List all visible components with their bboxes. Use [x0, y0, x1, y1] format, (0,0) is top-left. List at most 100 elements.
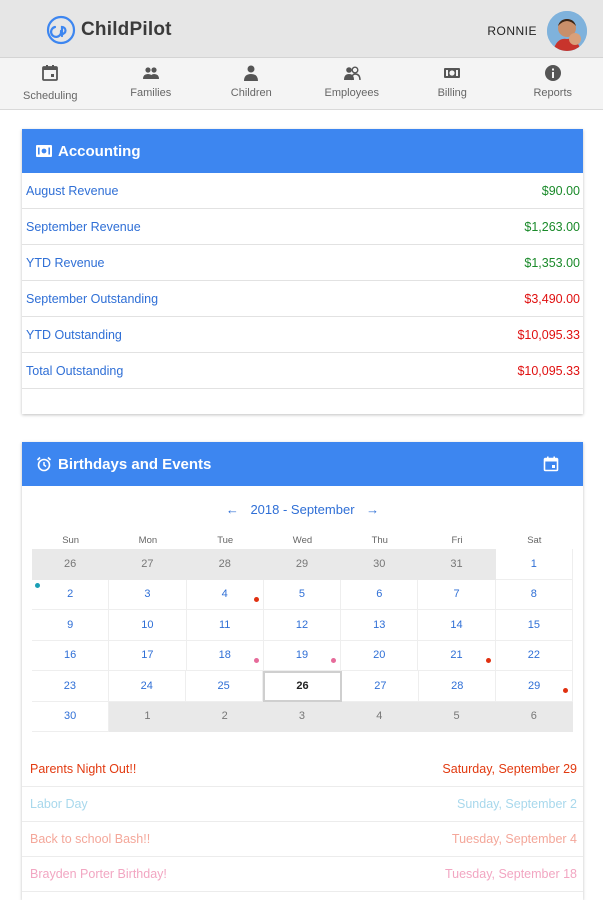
accounting-row-value: $1,353.00: [524, 255, 580, 270]
weekday-label: Wed: [292, 535, 313, 546]
accounting-row[interactable]: YTD Revenue $1,353.00: [22, 245, 583, 281]
calendar-day[interactable]: 7: [418, 579, 496, 610]
calendar-day[interactable]: 31: [418, 549, 496, 580]
calendar-day[interactable]: 8: [495, 579, 573, 610]
calendar-day[interactable]: 6: [341, 579, 419, 610]
weekday-label: Fri: [451, 535, 463, 546]
calendar-day[interactable]: 6: [495, 701, 573, 732]
accounting-list: August Revenue $90.00 September Revenue $1,…: [22, 173, 583, 389]
calendar-day[interactable]: 2: [32, 579, 110, 610]
calendar-day[interactable]: 28: [186, 549, 264, 580]
calendar-day[interactable]: 5: [418, 701, 496, 732]
calendar-day[interactable]: 17: [109, 640, 187, 671]
calendar-icon[interactable]: [543, 456, 559, 472]
calendar-day[interactable]: 1: [109, 701, 187, 732]
calendar-day[interactable]: 27: [342, 671, 420, 702]
calendar-day[interactable]: 21: [418, 640, 496, 671]
calendar-day[interactable]: 26: [32, 549, 110, 580]
nav-item-employees[interactable]: Employees: [302, 58, 403, 109]
event-row[interactable]: Parents Night Out!! Saturday, September 2…: [22, 752, 583, 787]
calendar-week: 2 3 4 5 6 7 8: [32, 579, 573, 610]
calendar-day[interactable]: 14: [418, 610, 496, 641]
alarm-clock-icon: [36, 456, 52, 472]
nav-item-children[interactable]: Children: [201, 58, 302, 109]
calendar-week: 26 27 28 29 30 31 1: [32, 549, 573, 580]
calendar-day[interactable]: 1: [495, 549, 573, 580]
calendar-day-number: 7: [453, 588, 460, 601]
accounting-row[interactable]: Total Outstanding $10,095.33: [22, 353, 583, 389]
accounting-row[interactable]: YTD Outstanding $10,095.33: [22, 317, 583, 353]
calendar-day[interactable]: 28: [419, 671, 497, 702]
calendar-day[interactable]: 23: [32, 671, 109, 702]
calendar-day[interactable]: 15: [495, 610, 573, 641]
nav-item-families[interactable]: Families: [101, 58, 202, 109]
accounting-row[interactable]: September Revenue $1,263.00: [22, 209, 583, 245]
prev-month-arrow-icon[interactable]: ←: [226, 502, 239, 517]
app-logo[interactable]: ChildPilot: [46, 15, 172, 45]
accounting-row[interactable]: September Outstanding $3,490.00: [22, 281, 583, 317]
accounting-row[interactable]: August Revenue $90.00: [22, 173, 583, 209]
calendar-day[interactable]: 24: [108, 671, 186, 702]
weekday-label: Sat: [527, 535, 542, 546]
calendar-day-number: 2: [221, 710, 228, 723]
calendar-day-number: 26: [64, 557, 77, 570]
nav-label: Families: [130, 87, 172, 99]
event-date: Saturday, September 29: [442, 762, 577, 776]
avatar[interactable]: [547, 11, 587, 51]
accounting-row-label: YTD Revenue: [26, 255, 105, 270]
calendar-day[interactable]: 10: [109, 610, 187, 641]
calendar-grid: 26 27 28 29 30 31 1 2 3 4 5 6 7 8 9 10 11 12 13 14 15 16 17 18 1…: [32, 549, 574, 732]
event-row[interactable]: [22, 892, 583, 900]
nav-item-scheduling[interactable]: Scheduling: [0, 58, 101, 109]
calendar-day[interactable]: 3: [263, 701, 342, 732]
calendar-day[interactable]: 11: [186, 610, 264, 641]
event-row[interactable]: Brayden Porter Birthday! Tuesday, Septemb…: [22, 857, 583, 892]
calendar-day-number: 31: [450, 557, 463, 570]
calendar-day[interactable]: 18: [186, 640, 264, 671]
calendar-day[interactable]: 9: [32, 610, 110, 641]
event-name: Parents Night Out!!: [30, 762, 137, 776]
calendar-day-number: 5: [298, 588, 306, 601]
calendar-day[interactable]: 29: [496, 671, 574, 702]
calendar-day-number: 20: [373, 649, 386, 662]
event-dot-icon: [253, 657, 259, 663]
calendar-day[interactable]: 20: [341, 640, 419, 671]
user-menu[interactable]: RONNIE: [487, 11, 587, 51]
calendar-day[interactable]: 3: [109, 579, 187, 610]
calendar-day[interactable]: 30: [32, 701, 110, 732]
calendar-day[interactable]: 16: [32, 640, 110, 671]
weekday-label: Tue: [217, 535, 234, 546]
nav-label: Scheduling: [23, 90, 78, 102]
calendar-day[interactable]: 4: [341, 701, 419, 732]
calendar-day[interactable]: 12: [263, 610, 342, 641]
event-dot-icon: [35, 582, 40, 588]
calendar-day[interactable]: 27: [109, 549, 187, 580]
calendar-day[interactable]: 2: [186, 701, 264, 732]
calendar-day-today[interactable]: 26: [262, 671, 343, 702]
next-month-arrow-icon[interactable]: →: [366, 502, 379, 517]
calendar-day-number: 13: [373, 618, 386, 631]
event-name: Brayden Porter Birthday!: [30, 867, 167, 881]
calendar-day[interactable]: 5: [263, 579, 342, 610]
nav-item-reports[interactable]: Reports: [503, 58, 603, 109]
info-icon: [544, 65, 561, 81]
calendar-day[interactable]: 13: [341, 610, 419, 641]
event-row[interactable]: Labor Day Sunday, September 2: [22, 787, 583, 822]
calendar-day-number: 29: [295, 557, 309, 570]
calendar-day[interactable]: 29: [263, 549, 342, 580]
accounting-row-label: August Revenue: [26, 183, 119, 198]
calendar-day-number: 2: [67, 588, 74, 601]
calendar-day[interactable]: 19: [263, 640, 342, 671]
event-dot-icon: [331, 657, 337, 663]
weekday-label: Sun: [62, 535, 80, 546]
nav-item-billing[interactable]: Billing: [402, 58, 503, 109]
employees-icon: [343, 66, 361, 81]
calendar-day[interactable]: 22: [495, 640, 573, 671]
calendar-day[interactable]: 4: [186, 579, 264, 610]
calendar-day-number: 3: [298, 710, 306, 723]
calendar-day-number: 30: [64, 710, 77, 723]
event-row[interactable]: Back to school Bash!! Tuesday, September …: [22, 822, 583, 857]
calendar-day[interactable]: 30: [341, 549, 419, 580]
calendar-day-number: 4: [376, 710, 383, 723]
calendar-day[interactable]: 25: [185, 671, 263, 702]
